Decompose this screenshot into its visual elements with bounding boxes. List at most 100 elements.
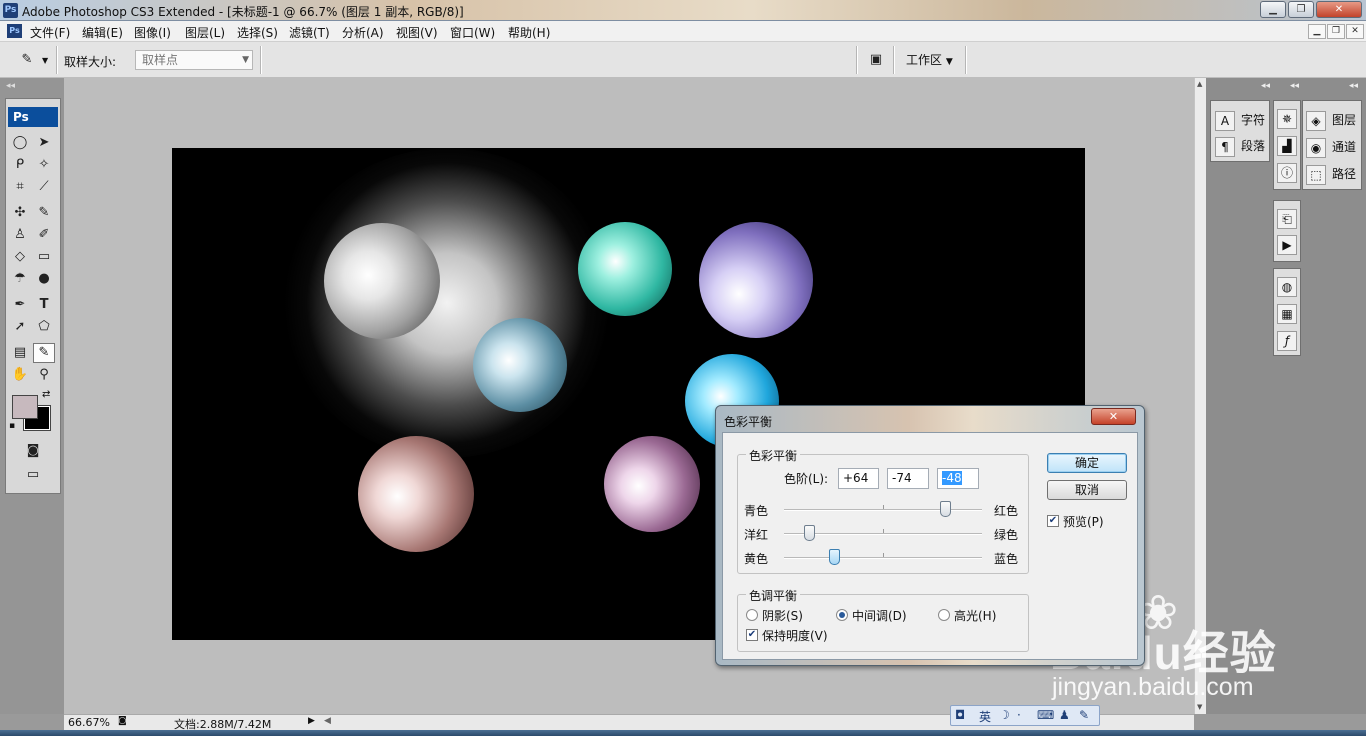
shadows-radio[interactable] <box>746 609 758 621</box>
level-magenta-green-input[interactable]: -74 <box>887 468 929 489</box>
level-yellow-blue-input[interactable]: -48 <box>937 468 979 489</box>
menu-window[interactable]: 窗口(W) <box>450 24 495 41</box>
swap-colors-icon[interactable]: ⇄ <box>42 389 50 400</box>
info-icon[interactable]: ⓘ <box>1277 163 1297 183</box>
foreground-color-swatch[interactable] <box>12 395 38 419</box>
close-icon[interactable]: ✕ <box>1091 408 1136 425</box>
workspace-menu[interactable]: 工作区 ▼ <box>906 51 953 68</box>
menu-image[interactable]: 图像(I) <box>134 24 171 41</box>
slider-thumb[interactable] <box>803 525 815 541</box>
swatches-icon[interactable]: ▦ <box>1277 304 1297 324</box>
dodge-icon[interactable]: ● <box>33 269 55 289</box>
collapse-icon[interactable]: ◂◂ <box>1290 81 1299 91</box>
move-icon[interactable]: ➤ <box>33 133 55 153</box>
pen-icon[interactable]: ✒ <box>9 295 31 315</box>
midtones-radio[interactable] <box>836 609 848 621</box>
doc-minimize-icon[interactable]: ▁ <box>1308 24 1326 39</box>
gradient-icon[interactable]: ▭ <box>33 247 55 267</box>
quick-mask-icon[interactable]: ◙ <box>22 441 44 461</box>
blur-icon[interactable]: ☂ <box>9 269 31 289</box>
preview-checkbox[interactable]: ✔ <box>1047 515 1059 527</box>
brush-icon[interactable]: ✎ <box>33 203 55 223</box>
notes-icon[interactable]: ▤ <box>9 343 31 363</box>
shadows-label[interactable]: 阴影(S) <box>762 607 803 624</box>
panel-tab-paragraph[interactable]: ¶ 段落 <box>1215 135 1265 157</box>
ime-settings-icon[interactable]: ✎ <box>1079 708 1089 722</box>
panel-tab-paths[interactable]: ⬚ 路径 <box>1306 163 1356 185</box>
shape-icon[interactable]: ⬠ <box>33 317 55 337</box>
ime-user-icon[interactable]: ♟ <box>1059 708 1070 722</box>
eraser-icon[interactable]: ◇ <box>9 247 31 267</box>
histogram-icon[interactable]: ▟ <box>1277 136 1297 156</box>
hand-icon[interactable]: ✋ <box>9 365 31 385</box>
menu-file[interactable]: 文件(F) <box>30 24 70 41</box>
eyedropper-icon[interactable]: ✎ <box>33 343 55 363</box>
close-icon[interactable]: ✕ <box>1316 1 1362 18</box>
ime-mode[interactable]: 英 <box>979 708 991 725</box>
styles-icon[interactable]: ƒ <box>1277 331 1297 351</box>
magenta-green-slider[interactable] <box>784 525 982 541</box>
zoom-icon[interactable]: ⚲ <box>33 365 55 385</box>
slice-icon[interactable]: ⟋ <box>33 177 55 197</box>
magic-wand-icon[interactable]: ✧ <box>33 155 55 175</box>
vertical-scrollbar[interactable]: ▲ ▼ <box>1194 78 1206 714</box>
menu-help[interactable]: 帮助(H) <box>508 24 550 41</box>
clone-stamp-icon[interactable]: ♙ <box>9 225 31 245</box>
midtones-label[interactable]: 中间调(D) <box>852 607 907 624</box>
status-menu-arrow-icon[interactable]: ▶ <box>308 716 315 726</box>
collapse-icon[interactable]: ◂◂ <box>1261 81 1270 91</box>
panel-tab-channels[interactable]: ◉ 通道 <box>1306 136 1356 158</box>
actions-icon[interactable]: ▶ <box>1277 235 1297 255</box>
ime-keyboard-icon[interactable]: ⌨ <box>1037 708 1054 722</box>
scroll-down-icon[interactable]: ▼ <box>1197 703 1202 711</box>
screen-mode-icon[interactable]: ▭ <box>22 465 44 485</box>
panel-tab-character[interactable]: A 字符 <box>1215 109 1265 131</box>
level-cyan-red-input[interactable]: +64 <box>838 468 879 489</box>
type-icon[interactable]: T <box>33 295 55 315</box>
preserve-luminosity-checkbox[interactable]: ✔ <box>746 629 758 641</box>
highlights-radio[interactable] <box>938 609 950 621</box>
preset-dropdown-icon[interactable]: ▼ <box>42 56 48 65</box>
navigator-icon[interactable]: ✵ <box>1277 109 1297 129</box>
slider-thumb[interactable] <box>940 501 952 517</box>
menu-edit[interactable]: 编辑(E) <box>82 24 123 41</box>
default-colors-icon[interactable]: ▪ <box>9 421 15 431</box>
healing-brush-icon[interactable]: ✣ <box>9 203 31 223</box>
history-icon[interactable]: ⎗ <box>1277 209 1297 229</box>
minimize-icon[interactable]: ▁ <box>1260 1 1286 18</box>
path-selection-icon[interactable]: ➚ <box>9 317 31 337</box>
menu-select[interactable]: 选择(S) <box>237 24 278 41</box>
cancel-button[interactable]: 取消 <box>1047 480 1127 500</box>
collapse-icon[interactable]: ◂◂ <box>6 81 15 91</box>
zoom-level[interactable]: 66.67% <box>68 716 110 729</box>
preview-label[interactable]: 预览(P) <box>1063 513 1104 530</box>
history-brush-icon[interactable]: ✐ <box>33 225 55 245</box>
marquee-icon[interactable]: ◯ <box>9 133 31 153</box>
highlights-label[interactable]: 高光(H) <box>954 607 996 624</box>
color-icon[interactable]: ◍ <box>1277 277 1297 297</box>
bridge-icon[interactable]: ▣ <box>864 50 888 70</box>
ime-logo-icon[interactable]: ◘ <box>955 708 965 722</box>
ok-button[interactable]: 确定 <box>1047 453 1127 473</box>
yellow-blue-slider[interactable] <box>784 549 982 565</box>
scroll-up-icon[interactable]: ▲ <box>1197 80 1202 88</box>
eyedropper-preset-icon[interactable]: ✎ <box>16 50 38 70</box>
sample-size-select[interactable]: 取样点 ▼ <box>135 50 253 70</box>
document-icon[interactable]: Ps <box>7 24 22 38</box>
ime-moon-icon[interactable]: ☽ <box>999 708 1010 722</box>
menu-layer[interactable]: 图层(L) <box>185 24 225 41</box>
status-icon[interactable]: ◙ <box>118 716 127 726</box>
scroll-left-icon[interactable]: ◀ <box>324 716 331 726</box>
menu-filter[interactable]: 滤镜(T) <box>289 24 330 41</box>
doc-close-icon[interactable]: ✕ <box>1346 24 1364 39</box>
menu-analysis[interactable]: 分析(A) <box>342 24 384 41</box>
doc-restore-icon[interactable]: ❐ <box>1327 24 1345 39</box>
menu-view[interactable]: 视图(V) <box>396 24 438 41</box>
maximize-icon[interactable]: ❐ <box>1288 1 1314 18</box>
cyan-red-slider[interactable] <box>784 501 982 517</box>
lasso-icon[interactable]: ᑭ <box>9 155 31 175</box>
slider-thumb[interactable] <box>829 549 841 565</box>
ime-punct-icon[interactable]: · <box>1017 708 1021 722</box>
collapse-icon[interactable]: ◂◂ <box>1349 81 1358 91</box>
panel-tab-layers[interactable]: ◈ 图层 <box>1306 109 1356 131</box>
